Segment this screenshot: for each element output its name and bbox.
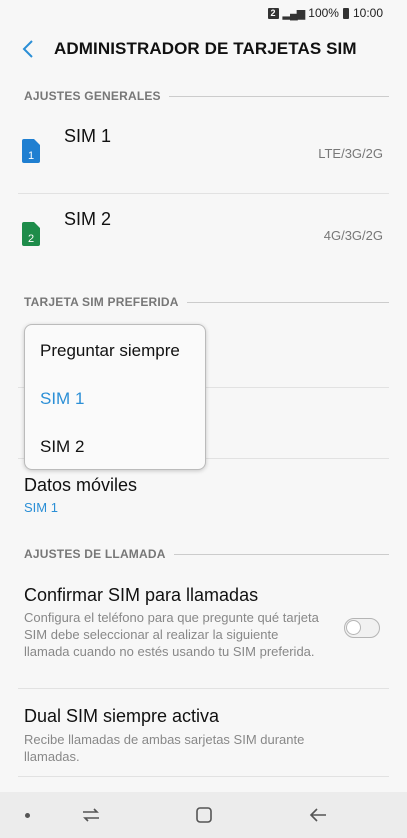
confirm-sim-title: Confirmar SIM para llamadas (24, 585, 259, 605)
section-calls-label: AJUSTES DE LLAMADA (24, 547, 166, 561)
sim-select-dropdown: Preguntar siempre SIM 1 SIM 2 (24, 324, 206, 470)
confirm-sim-description: Configura el teléfono para que pregunte … (24, 610, 319, 659)
mobile-data-value: SIM 1 (24, 500, 58, 515)
sim-2-network: 4G/3G/2G (323, 228, 383, 243)
sim-card-icon: 2 (22, 222, 40, 246)
mobile-data-title: Datos móviles (24, 475, 138, 495)
dual-sim-title: Dual SIM siempre activa (24, 706, 220, 726)
back-button[interactable] (18, 39, 38, 59)
divider (168, 95, 389, 97)
option-ask-always[interactable]: Preguntar siempre (40, 341, 180, 361)
status-bar: 2 ▂▄▆ 100% 10:00 (0, 0, 407, 26)
app-bar: ADMINISTRADOR DE TARJETAS SIM (0, 26, 407, 72)
option-sim-2[interactable]: SIM 2 (40, 437, 84, 457)
sim-1-name: SIM 1 (64, 126, 112, 146)
back-arrow-icon[interactable] (306, 805, 330, 825)
navigation-bar (0, 792, 407, 838)
section-general-label: AJUSTES GENERALES (24, 89, 161, 103)
option-sim-1[interactable]: SIM 1 (40, 389, 84, 409)
sim-2-row[interactable]: 2 SIM 2 4G/3G/2G (0, 194, 407, 278)
chevron-left-icon (22, 40, 33, 58)
divider (18, 776, 389, 777)
home-icon[interactable] (195, 806, 213, 824)
toggle-knob (346, 620, 361, 635)
confirm-sim-toggle[interactable] (344, 618, 380, 638)
page-title: ADMINISTRADOR DE TARJETAS SIM (54, 39, 357, 58)
sim-2-name: SIM 2 (64, 209, 112, 229)
section-preferred-header: TARJETA SIM PREFERIDA (24, 295, 389, 309)
divider (18, 688, 389, 689)
dot-icon (25, 813, 30, 818)
sim-1-network: LTE/3G/2G (318, 146, 383, 161)
sim-1-row[interactable]: 1 SIM 1 LTE/3G/2G (0, 110, 407, 194)
battery-icon (342, 7, 349, 19)
dual-sim-description: Recibe llamadas de ambas sarjetas SIM du… (24, 732, 305, 764)
sim-indicator: 2 (267, 7, 279, 19)
recent-apps-icon[interactable] (80, 805, 102, 825)
divider (186, 301, 389, 303)
section-general-header: AJUSTES GENERALES (24, 89, 389, 103)
signal-icon: ▂▄▆ (282, 7, 306, 20)
clock: 10:00 (352, 6, 383, 20)
sim-card-icon: 1 (22, 139, 40, 163)
battery-percent: 100% (308, 6, 339, 20)
section-preferred-label: TARJETA SIM PREFERIDA (24, 295, 179, 309)
section-calls-header: AJUSTES DE LLAMADA (24, 547, 389, 561)
divider (173, 553, 389, 555)
